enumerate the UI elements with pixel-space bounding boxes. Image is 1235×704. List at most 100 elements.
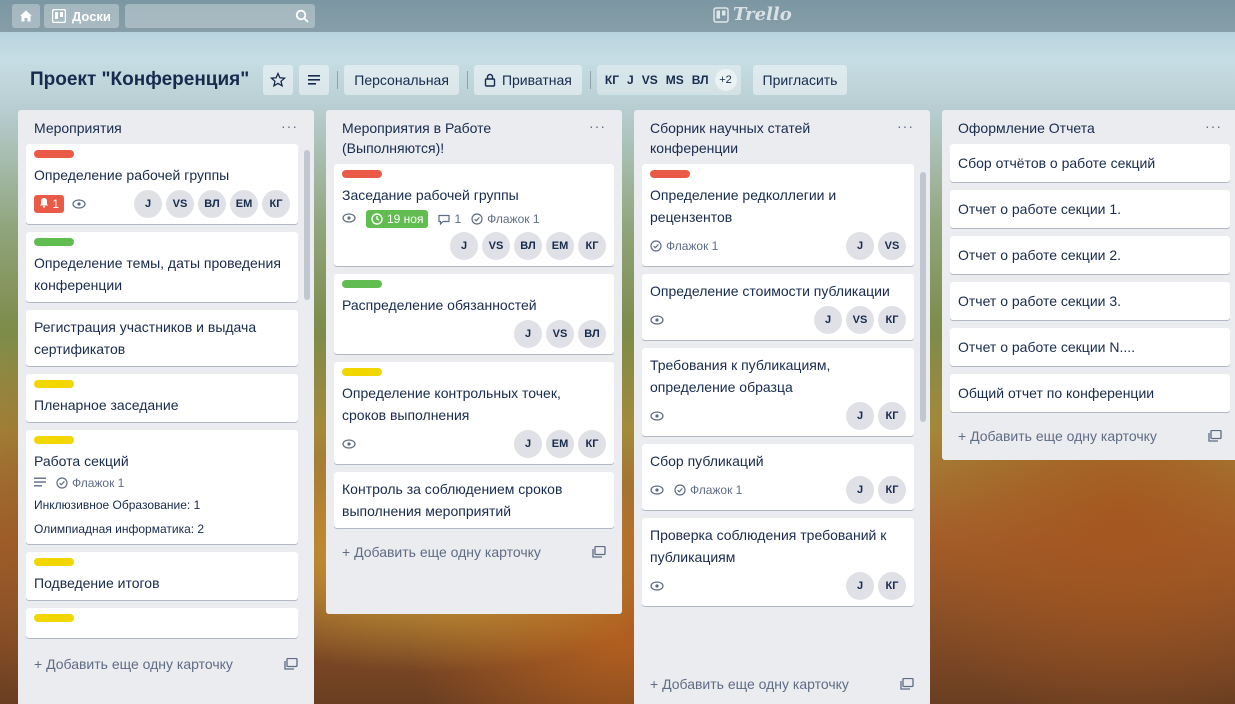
member-avatar[interactable]: J [623, 73, 638, 87]
card[interactable]: Заседание рабочей группы 19 ноя 1 Флажок… [334, 164, 614, 266]
card[interactable]: Регистрация участников и выдача сертифик… [26, 310, 298, 366]
home-button[interactable] [12, 4, 40, 28]
member-avatar[interactable]: MS [662, 73, 688, 87]
label-red[interactable] [342, 170, 382, 178]
label-yellow[interactable] [342, 368, 382, 376]
label-yellow[interactable] [34, 380, 74, 388]
list-scrollbar[interactable] [920, 172, 926, 422]
member-avatar[interactable]: ВЛ [514, 232, 542, 260]
invite-button[interactable]: Пригласить [752, 65, 848, 95]
member-avatar[interactable]: J [514, 320, 542, 348]
more-members-badge[interactable]: +2 [714, 69, 737, 91]
card[interactable]: Сбор публикаций Флажок 1 J КГ [642, 444, 914, 510]
member-avatar[interactable]: КГ [262, 190, 290, 218]
add-card-button[interactable]: + Добавить еще одну карточку [642, 668, 922, 700]
member-avatar[interactable]: КГ [878, 402, 906, 430]
card[interactable]: Определение рабочей группы 1 J VS ВЛ EM … [26, 144, 298, 224]
member-avatar[interactable]: VS [638, 73, 662, 87]
member-avatar[interactable]: J [846, 476, 874, 504]
card[interactable]: Отчет о работе секции 3. [950, 282, 1230, 320]
member-avatar[interactable]: J [514, 430, 542, 458]
template-icon[interactable] [1208, 430, 1222, 442]
board-members[interactable]: КГ J VS MS ВЛ +2 [596, 65, 741, 95]
member-avatar[interactable]: ВЛ [578, 320, 606, 348]
label-yellow[interactable] [34, 614, 74, 622]
card[interactable]: Распределение обязанностей J VS ВЛ [334, 274, 614, 354]
member-avatar[interactable]: J [846, 572, 874, 600]
card[interactable]: Сбор отчётов о работе секций [950, 144, 1230, 182]
label-red[interactable] [650, 170, 690, 178]
notification-badge[interactable]: 1 [34, 195, 65, 213]
member-avatar[interactable]: VS [846, 306, 874, 334]
list-menu-button[interactable]: ··· [1205, 118, 1222, 134]
visibility-button[interactable]: Приватная [473, 65, 582, 95]
due-date-badge[interactable]: 19 ноя [366, 210, 429, 228]
card[interactable]: Определение редколлегии и рецензентов Фл… [642, 164, 914, 266]
member-avatar[interactable]: ВЛ [198, 190, 226, 218]
label-green[interactable] [34, 238, 74, 246]
template-icon[interactable] [900, 678, 914, 690]
card[interactable]: Определение контрольных точек, сроков вы… [334, 362, 614, 464]
member-avatar[interactable]: J [134, 190, 162, 218]
card[interactable]: Пленарное заседание [26, 374, 298, 422]
label-green[interactable] [342, 280, 382, 288]
label-yellow[interactable] [34, 558, 74, 566]
member-avatar[interactable]: КГ [578, 232, 606, 260]
member-avatar[interactable]: VS [878, 232, 906, 260]
board-title[interactable]: Проект "Конференция" [30, 69, 249, 91]
card[interactable]: Проверка соблюдения требований к публика… [642, 518, 914, 606]
list-scrollbar[interactable] [304, 150, 310, 300]
card[interactable]: Общий отчет по конференции [950, 374, 1230, 412]
label-red[interactable] [34, 150, 74, 158]
card[interactable]: Определение темы, даты проведения конфер… [26, 232, 298, 302]
list-articles: Сборник научных статей конференции ··· О… [634, 110, 930, 704]
card[interactable]: Подведение итогов [26, 552, 298, 600]
add-card-button[interactable]: + Добавить еще одну карточку [950, 420, 1230, 452]
member-avatar[interactable]: J [814, 306, 842, 334]
member-avatar[interactable]: VS [546, 320, 574, 348]
member-avatar[interactable]: КГ [578, 430, 606, 458]
card[interactable] [26, 608, 298, 638]
member-avatar[interactable]: КГ [878, 476, 906, 504]
list-menu-button[interactable]: ··· [589, 118, 606, 134]
template-icon[interactable] [284, 658, 298, 670]
member-avatar[interactable]: J [846, 402, 874, 430]
list-title[interactable]: Мероприятия [34, 118, 122, 138]
member-avatar[interactable]: VS [482, 232, 510, 260]
checklist-badge: Флажок 1 [674, 483, 742, 497]
workspace-button[interactable]: Персональная [344, 65, 459, 95]
member-avatar[interactable]: J [846, 232, 874, 260]
member-avatar[interactable]: EM [546, 232, 574, 260]
member-avatar[interactable]: КГ [601, 73, 623, 87]
add-card-button[interactable]: + Добавить еще одну карточку [334, 536, 614, 568]
list-menu-button[interactable]: ··· [281, 118, 298, 134]
trello-logo[interactable]: Trello [713, 4, 792, 25]
member-avatar[interactable]: EM [230, 190, 258, 218]
member-avatar[interactable]: КГ [878, 306, 906, 334]
card[interactable]: Контроль за соблюдением сроков выполнени… [334, 472, 614, 528]
boards-button[interactable]: Доски [44, 4, 119, 28]
card[interactable]: Отчет о работе секции 2. [950, 236, 1230, 274]
member-avatar[interactable]: ВЛ [688, 73, 713, 87]
template-icon[interactable] [592, 546, 606, 558]
card-title: Сбор публикаций [650, 453, 764, 469]
board-menu-button[interactable] [299, 65, 330, 95]
member-avatar[interactable]: J [450, 232, 478, 260]
member-avatar[interactable]: EM [546, 430, 574, 458]
star-button[interactable] [263, 65, 294, 95]
list-menu-button[interactable]: ··· [897, 118, 914, 134]
card[interactable]: Работа секций Флажок 1 Инклюзивное Образ… [26, 430, 298, 544]
card[interactable]: Определение стоимости публикации J VS КГ [642, 274, 914, 340]
member-avatar[interactable]: КГ [878, 572, 906, 600]
list-title[interactable]: Сборник научных статей конференции [650, 118, 897, 158]
add-card-button[interactable]: + Добавить еще одну карточку [26, 648, 306, 680]
member-avatar[interactable]: VS [166, 190, 194, 218]
check-circle-icon [674, 484, 686, 496]
card[interactable]: Требования к публикациям, определение об… [642, 348, 914, 436]
search-input[interactable] [124, 4, 315, 28]
list-title[interactable]: Мероприятия в Работе (Выполняются)! [342, 118, 589, 158]
card[interactable]: Отчет о работе секции N.... [950, 328, 1230, 366]
card[interactable]: Отчет о работе секции 1. [950, 190, 1230, 228]
list-title[interactable]: Оформление Отчета [958, 118, 1095, 138]
label-yellow[interactable] [34, 436, 74, 444]
